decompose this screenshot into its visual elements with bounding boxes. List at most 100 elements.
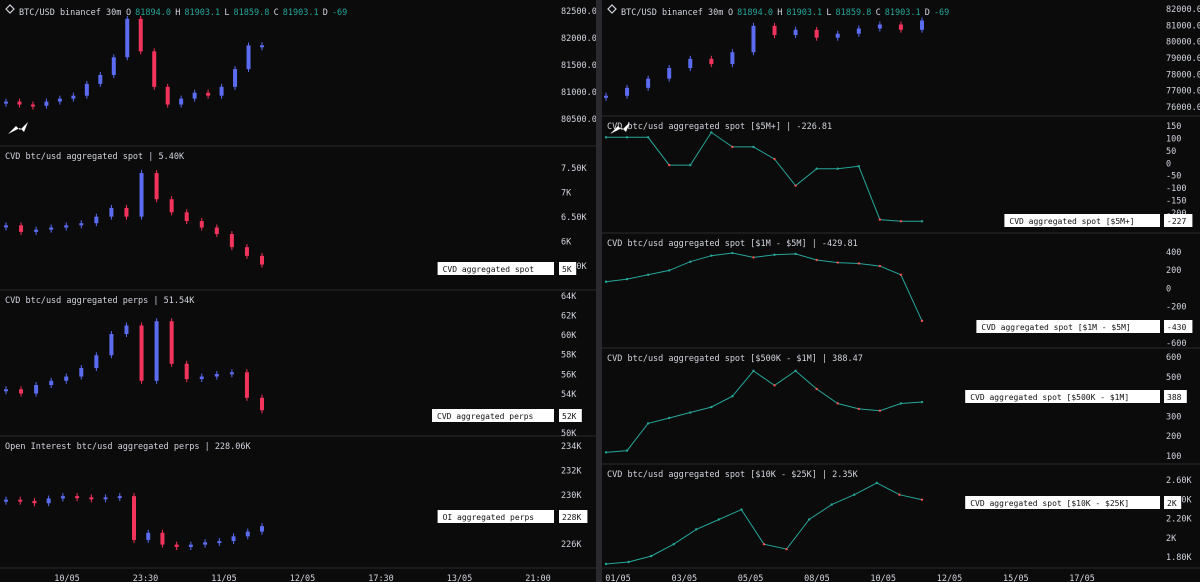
y-tick-label: 82000.0 xyxy=(561,34,596,44)
candle xyxy=(772,25,777,36)
y-tick-label: 7.50K xyxy=(561,164,587,174)
pane-3: 234K 232K 230K 228K 226K Open Interest btc/us… xyxy=(4,442,588,550)
x-tick-label: 17:30 xyxy=(368,574,394,582)
candle xyxy=(625,87,630,96)
y-tick-label: 81000.0 xyxy=(1166,21,1200,31)
data-point xyxy=(875,481,879,485)
candle xyxy=(169,321,174,364)
pane-title: CVD btc/usd aggregated spot | 5.40K xyxy=(5,152,185,162)
header-d: -69 xyxy=(332,8,347,18)
candle xyxy=(751,25,756,53)
data-point xyxy=(898,493,901,496)
y-tick-label: 230K xyxy=(561,491,582,501)
candle xyxy=(730,52,735,65)
y-tick-label: 81500.0 xyxy=(561,61,596,71)
data-point xyxy=(710,405,713,409)
candle xyxy=(192,92,197,99)
pane-2: 64K 62K 60K 58K 56K 54K 52K 50K CVD btc/usd aggr… xyxy=(4,292,582,439)
candle xyxy=(217,541,222,544)
y-tick-label: 2.60K xyxy=(1166,476,1192,486)
candle xyxy=(109,207,114,217)
candle xyxy=(4,389,8,392)
candle xyxy=(57,98,62,102)
data-point xyxy=(689,260,692,263)
pane-2: 4002000-200-400-600CVD btc/usd aggregate… xyxy=(604,239,1193,349)
x-tick-label: 03/05 xyxy=(672,574,698,582)
header-c-label: C xyxy=(274,8,279,18)
candle xyxy=(709,58,714,65)
y-tick-label: 150 xyxy=(1166,122,1181,132)
header-l-label: L xyxy=(224,8,229,18)
tradingview-logo-icon xyxy=(8,122,28,134)
right-chart-svg[interactable]: 82000.0 81000.0 80000.0 79000.0 78000.0 77000… xyxy=(602,0,1200,582)
candle xyxy=(94,355,99,369)
data-point xyxy=(604,451,608,454)
candle xyxy=(165,86,170,105)
header-symbol: BTC/USD binancef 30m xyxy=(621,8,723,18)
data-point xyxy=(646,422,650,425)
data-point xyxy=(794,184,797,187)
y-tick-label: 81000.0 xyxy=(561,88,596,98)
value-badge: 228K xyxy=(562,513,581,522)
header-c: 81903.1 xyxy=(283,8,319,18)
y-tick-label: 226K xyxy=(561,540,582,550)
data-point xyxy=(773,384,776,387)
data-point xyxy=(668,163,671,167)
data-point xyxy=(710,254,713,257)
candle xyxy=(30,104,35,107)
candle xyxy=(219,86,224,96)
value-badge: 52K xyxy=(562,412,577,421)
y-tick-label: 56K xyxy=(561,370,577,380)
data-point xyxy=(695,528,698,531)
header-c-label: C xyxy=(876,8,881,18)
candle xyxy=(19,225,24,232)
candle xyxy=(60,496,65,499)
y-tick-label: 76000.0 xyxy=(1166,103,1200,113)
x-tick-label: 15/05 xyxy=(1003,574,1029,582)
candle xyxy=(646,78,651,88)
x-tick-label: 23:30 xyxy=(133,574,159,582)
data-point xyxy=(646,136,650,139)
candle xyxy=(132,496,136,540)
data-point xyxy=(899,402,903,405)
data-point xyxy=(815,387,818,391)
data-point xyxy=(752,145,755,149)
header-d-label: D xyxy=(925,8,930,18)
data-point xyxy=(752,369,755,373)
data-point xyxy=(689,163,692,167)
y-tick-label: 78000.0 xyxy=(1166,70,1200,80)
left-chart-svg[interactable]: 82500.0 82000.0 81500.0 81000.0 80500.0 7.50K… xyxy=(0,0,596,582)
candle xyxy=(877,24,882,29)
pane-0: 82500.0 82000.0 81500.0 81000.0 80500.0 xyxy=(4,7,596,125)
candle xyxy=(244,372,249,398)
candle xyxy=(688,58,693,69)
candle xyxy=(188,544,193,547)
symbol-diamond-icon[interactable] xyxy=(5,4,15,14)
x-tick-label: 08/05 xyxy=(804,574,830,582)
pane-1: 7.50K7K6.50K6K5.50KCVD btc/usd aggregate… xyxy=(4,152,587,275)
data-point xyxy=(689,411,692,414)
y-tick-label: 7K xyxy=(561,189,572,199)
data-point xyxy=(857,262,860,265)
candle xyxy=(814,29,819,38)
candle xyxy=(34,385,39,394)
candle xyxy=(260,45,264,48)
y-tick-label: 1.80K xyxy=(1166,553,1192,563)
data-point xyxy=(672,542,675,546)
candle xyxy=(154,173,159,200)
y-tick-label: 400 xyxy=(1166,248,1181,258)
data-point xyxy=(836,402,839,405)
candle xyxy=(4,101,8,104)
candle xyxy=(64,225,69,228)
data-point xyxy=(899,220,903,223)
candle xyxy=(124,325,129,335)
y-tick-label: 0 xyxy=(1166,159,1171,169)
candle xyxy=(84,83,89,96)
symbol-diamond-icon[interactable] xyxy=(607,4,617,14)
candle xyxy=(124,207,129,217)
candle xyxy=(898,24,903,30)
data-point xyxy=(878,218,882,221)
header-h-label: H xyxy=(175,8,180,18)
data-point xyxy=(646,273,650,276)
pane-title: CVD btc/usd aggregated perps | 51.54K xyxy=(5,296,195,306)
